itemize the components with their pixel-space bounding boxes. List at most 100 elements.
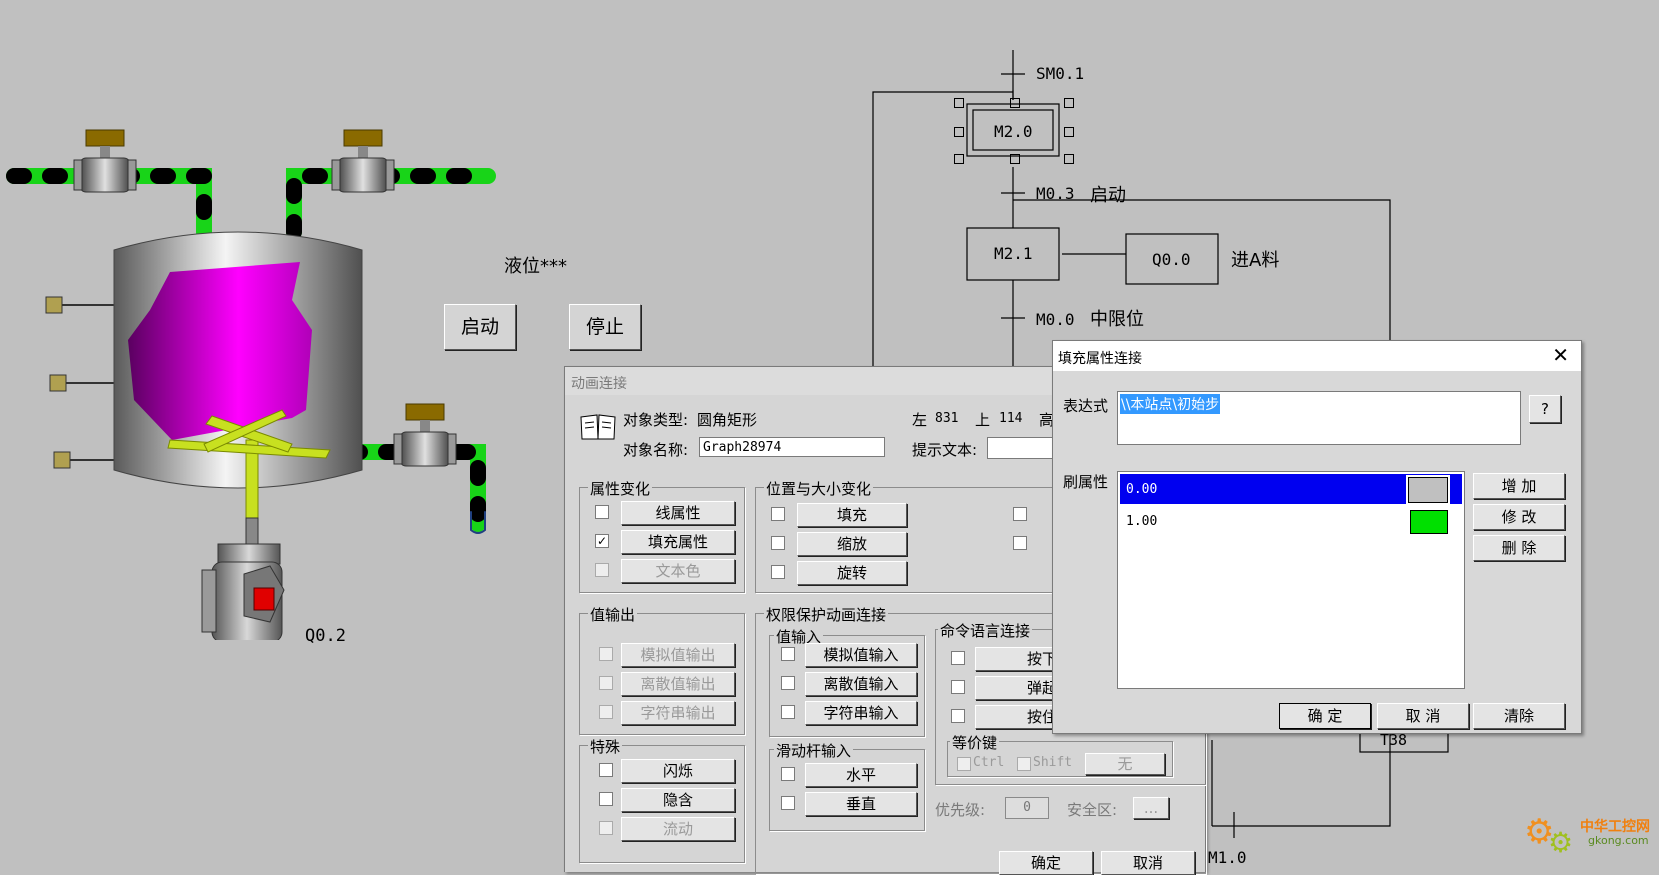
horizontal-button[interactable]: 水平 xyxy=(805,763,917,787)
priority-label: 优先级: xyxy=(935,801,986,819)
modify-button[interactable]: 修 改 xyxy=(1473,504,1565,530)
sfc-trans1-text: 启动 xyxy=(1090,185,1126,206)
brush-list[interactable]: 0.00 1.00 xyxy=(1117,471,1465,689)
fill-ok-button[interactable]: 确 定 xyxy=(1279,703,1371,729)
expression-help-button[interactable]: ? xyxy=(1529,395,1561,423)
group-equiv-key-label: 等价键 xyxy=(950,732,1000,753)
chk-shift[interactable] xyxy=(1017,757,1031,771)
valve-left xyxy=(73,129,137,193)
fill-cancel-button[interactable]: 取 消 xyxy=(1377,703,1469,729)
priority-field[interactable]: 0 xyxy=(1005,797,1049,819)
sfc-step-m21[interactable]: M2.1 xyxy=(994,244,1033,263)
book-icon xyxy=(579,413,617,441)
chk-vertical[interactable] xyxy=(781,796,795,810)
blink-button[interactable]: 闪烁 xyxy=(621,759,735,783)
brush-row-selected[interactable]: 0.00 xyxy=(1120,474,1462,504)
group-slider: 滑动杆输入 xyxy=(769,740,925,831)
chk-scale[interactable] xyxy=(771,536,785,550)
group-attr-change-label: 属性变化 xyxy=(588,478,653,499)
security-zone-label: 安全区: xyxy=(1067,801,1118,819)
sfc-step-m20[interactable]: M2.0 xyxy=(994,122,1033,141)
anim-cancel-button[interactable]: 取消 xyxy=(1101,851,1195,875)
fill-dialog-title: 填充属性连接 xyxy=(1058,351,1142,367)
left-value: 831 xyxy=(935,411,959,426)
hide-button[interactable]: 隐含 xyxy=(621,788,735,812)
brush-row-swatch xyxy=(1408,477,1448,503)
chk-discrete-input[interactable] xyxy=(781,676,795,690)
sfc-trans2-code: M0.0 xyxy=(1036,310,1075,329)
chk-fill-attr[interactable]: ✓ xyxy=(595,534,609,548)
group-command-label: 命令语言连接 xyxy=(938,620,1033,641)
watermark: ⚙ ⚙ 中华工控网 gkong.com xyxy=(1524,812,1654,862)
brush-row[interactable]: 1.00 xyxy=(1120,506,1462,536)
discrete-output-button[interactable]: 离散值输出 xyxy=(621,672,735,696)
group-permission-label: 权限保护动画连接 xyxy=(764,604,889,625)
anim-ok-button[interactable]: 确定 xyxy=(999,851,1093,875)
chk-analog-output[interactable] xyxy=(599,647,613,661)
rotate-button[interactable]: 旋转 xyxy=(797,561,907,585)
chk-pos-extra-2[interactable] xyxy=(1013,536,1027,550)
sfc-trans2-text: 中限位 xyxy=(1090,309,1144,330)
chk-ctrl[interactable] xyxy=(957,757,971,771)
add-button[interactable]: 增 加 xyxy=(1473,473,1565,499)
group-value-output-label: 值输出 xyxy=(588,604,638,625)
start-button[interactable]: 启动 xyxy=(444,304,516,350)
chk-text-color[interactable] xyxy=(595,563,609,577)
close-icon[interactable]: ✕ xyxy=(1552,343,1569,367)
sfc-action-text: 进A料 xyxy=(1231,250,1280,271)
chk-rotate[interactable] xyxy=(771,565,785,579)
top-label: 上 xyxy=(975,411,991,429)
chk-hide[interactable] xyxy=(599,792,613,806)
chk-flow[interactable] xyxy=(599,821,613,835)
security-zone-button[interactable]: ... xyxy=(1133,797,1169,819)
text-color-button[interactable]: 文本色 xyxy=(621,559,735,583)
line-attr-button[interactable]: 线属性 xyxy=(621,501,735,525)
string-input-button[interactable]: 字符串输入 xyxy=(805,701,917,725)
scale-button[interactable]: 缩放 xyxy=(797,532,907,556)
delete-button[interactable]: 删 除 xyxy=(1473,535,1565,561)
sfc-bottom-code: M1.0 xyxy=(1208,848,1247,867)
flow-button[interactable]: 流动 xyxy=(621,817,735,841)
object-name-field[interactable]: Graph28974 xyxy=(699,437,885,457)
shift-label: Shift xyxy=(1033,755,1073,770)
top-value: 114 xyxy=(999,411,1023,426)
chk-string-input[interactable] xyxy=(781,705,795,719)
chk-on-press[interactable] xyxy=(951,651,965,665)
chk-string-output[interactable] xyxy=(599,705,613,719)
agitator-motor xyxy=(201,517,285,643)
left-label: 左 xyxy=(912,411,928,429)
chk-discrete-output[interactable] xyxy=(599,676,613,690)
brush-row-swatch xyxy=(1410,510,1448,534)
analog-output-button[interactable]: 模拟值输出 xyxy=(621,643,735,667)
chk-while-hold[interactable] xyxy=(951,709,965,723)
anim-dialog-title: 动画连接 xyxy=(571,376,627,392)
scada-canvas: 液位*** Q0.2 xyxy=(0,0,620,646)
brush-row-value: 0.00 xyxy=(1126,482,1158,497)
chk-on-release[interactable] xyxy=(951,680,965,694)
fill-dialog-titlebar[interactable]: 填充属性连接 ✕ xyxy=(1053,341,1581,371)
string-output-button[interactable]: 字符串输出 xyxy=(621,701,735,725)
chk-line-attr[interactable] xyxy=(595,505,609,519)
vertical-button[interactable]: 垂直 xyxy=(805,792,917,816)
ctrl-label: Ctrl xyxy=(973,755,1005,770)
fill-button[interactable]: 填充 xyxy=(797,503,907,527)
equiv-key-none-button[interactable]: 无 xyxy=(1085,753,1165,775)
chk-horizontal[interactable] xyxy=(781,767,795,781)
chk-pos-extra-1[interactable] xyxy=(1013,507,1027,521)
expression-value: \\本站点\初始步 xyxy=(1120,394,1221,414)
expression-field[interactable]: \\本站点\初始步 xyxy=(1117,391,1521,445)
stop-button[interactable]: 停止 xyxy=(569,304,641,350)
chk-blink[interactable] xyxy=(599,763,613,777)
clear-button[interactable]: 清除 xyxy=(1473,703,1565,729)
analog-input-button[interactable]: 模拟值输入 xyxy=(805,643,917,667)
chk-analog-input[interactable] xyxy=(781,647,795,661)
mixing-tank xyxy=(113,231,363,519)
discrete-input-button[interactable]: 离散值输入 xyxy=(805,672,917,696)
sfc-action-q00[interactable]: Q0.0 xyxy=(1152,250,1191,269)
watermark-line1: 中华工控网 xyxy=(1580,819,1650,835)
motor-label: Q0.2 xyxy=(305,626,346,646)
chk-fill[interactable] xyxy=(771,507,785,521)
fill-attr-button[interactable]: 填充属性 xyxy=(621,530,735,554)
object-name-label: 对象名称: xyxy=(623,441,689,459)
object-type-value: 圆角矩形 xyxy=(697,411,758,429)
